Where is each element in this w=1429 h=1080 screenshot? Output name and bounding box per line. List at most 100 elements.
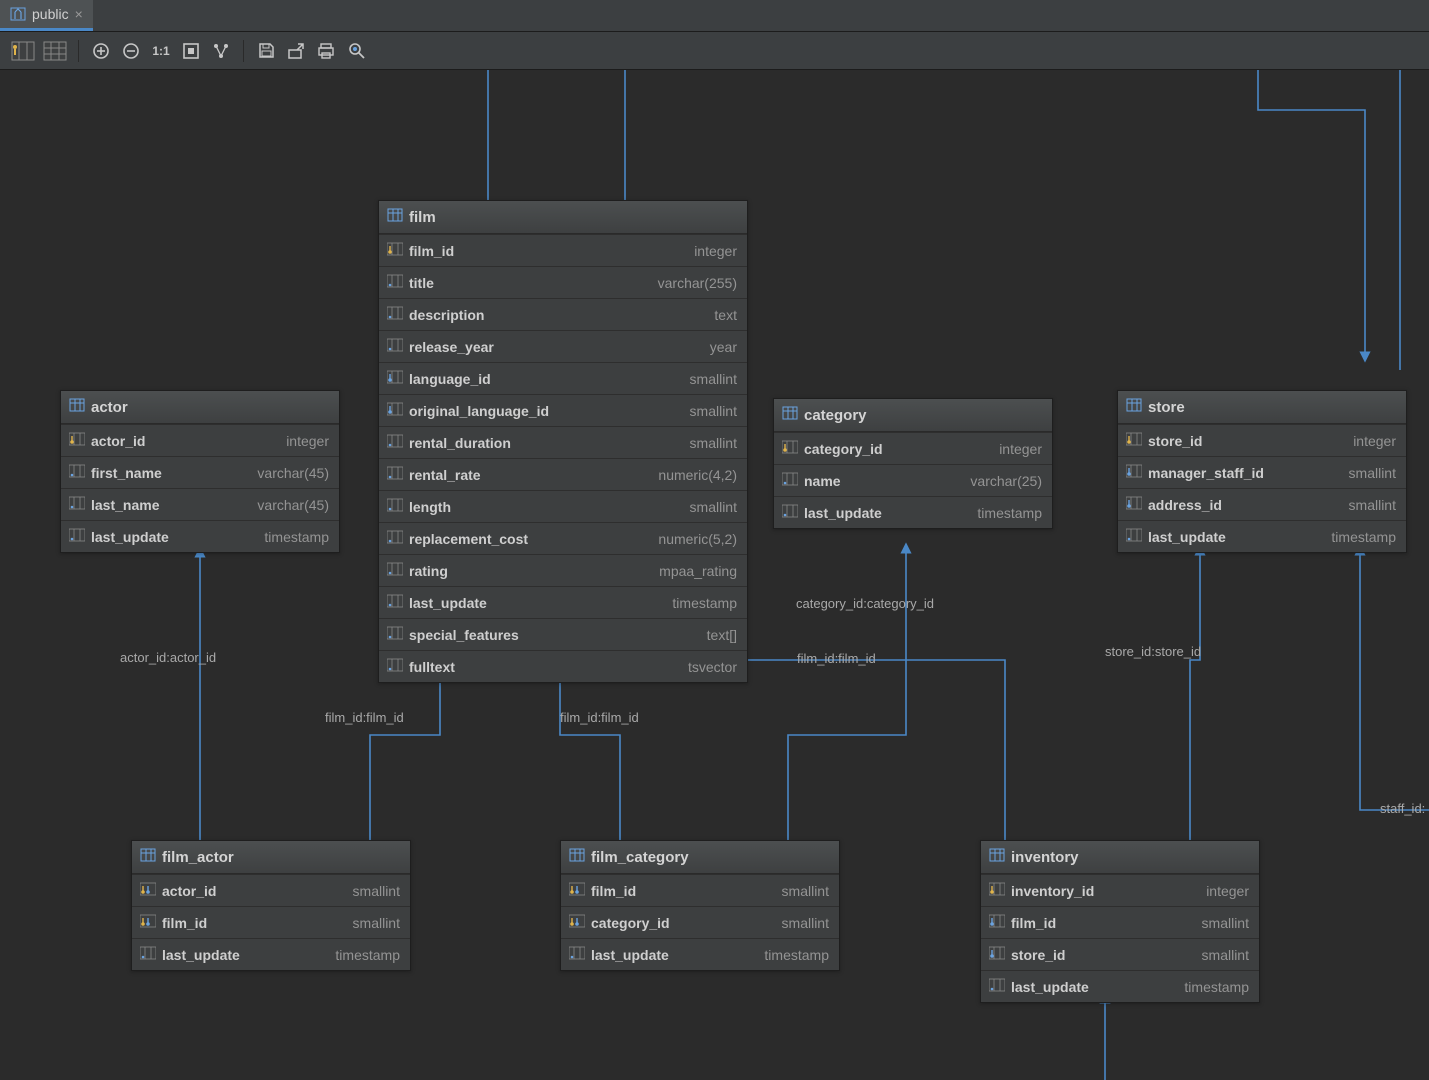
table-name: store — [1148, 399, 1185, 416]
column-row[interactable]: last_namevarchar(45) — [61, 488, 339, 520]
column-row[interactable]: last_updatetimestamp — [61, 520, 339, 552]
table-film[interactable]: filmfilm_idintegertitlevarchar(255)descr… — [378, 200, 748, 683]
column-name: rating — [409, 563, 448, 579]
column-icon — [569, 945, 585, 964]
column-type: timestamp — [977, 505, 1042, 521]
table-header[interactable]: store — [1118, 391, 1406, 424]
column-row[interactable]: category_idsmallint — [561, 906, 839, 938]
column-row[interactable]: language_idsmallint — [379, 362, 747, 394]
preview-button[interactable] — [342, 37, 370, 65]
column-icon — [387, 561, 403, 580]
column-row[interactable]: lengthsmallint — [379, 490, 747, 522]
zoom-out-button[interactable] — [117, 37, 145, 65]
column-row[interactable]: last_updatetimestamp — [561, 938, 839, 970]
column-row[interactable]: film_idsmallint — [132, 906, 410, 938]
column-row[interactable]: ratingmpaa_rating — [379, 554, 747, 586]
column-name: inventory_id — [1011, 883, 1094, 899]
link-label: film_id:film_id — [325, 710, 404, 725]
column-row[interactable]: last_updatetimestamp — [774, 496, 1052, 528]
table-icon — [569, 847, 585, 867]
table-inventory[interactable]: inventory inventory_idintegerfilm_idsmall… — [980, 840, 1260, 1003]
column-icon — [569, 881, 585, 900]
column-row[interactable]: store_idinteger — [1118, 424, 1406, 456]
diagram-canvas[interactable]: actor_id:actor_id film_id:film_id film_i… — [0, 70, 1429, 1080]
column-row[interactable]: last_updatetimestamp — [981, 970, 1259, 1002]
column-row[interactable]: rental_ratenumeric(4,2) — [379, 458, 747, 490]
table-actor[interactable]: actoractor_idintegerfirst_namevarchar(45… — [60, 390, 340, 553]
column-type: timestamp — [1331, 529, 1396, 545]
table-header[interactable]: actor — [61, 391, 339, 424]
column-row[interactable]: inventory_idinteger — [981, 874, 1259, 906]
column-icon — [782, 503, 798, 522]
column-type: smallint — [353, 915, 400, 931]
table-header[interactable]: film_actor — [132, 841, 410, 874]
column-row[interactable]: actor_idinteger — [61, 424, 339, 456]
save-button[interactable] — [252, 37, 280, 65]
table-film-actor[interactable]: film_actoractor_idsmallintfilm_idsmallin… — [131, 840, 411, 971]
column-row[interactable]: titlevarchar(255) — [379, 266, 747, 298]
column-icon — [569, 913, 585, 932]
layout-button[interactable] — [207, 37, 235, 65]
column-name: fulltext — [409, 659, 455, 675]
column-icon — [69, 527, 85, 546]
table-category[interactable]: category category_idintegernamevarchar(25… — [773, 398, 1053, 529]
table-name: inventory — [1011, 849, 1079, 866]
column-name: last_update — [1011, 979, 1089, 995]
column-row[interactable]: address_id smallint — [1118, 488, 1406, 520]
columns-all-button[interactable] — [40, 38, 70, 64]
column-row[interactable]: release_yearyear — [379, 330, 747, 362]
zoom-actual-button[interactable]: 1:1 — [147, 37, 175, 65]
column-icon — [989, 881, 1005, 900]
column-row[interactable]: descriptiontext — [379, 298, 747, 330]
column-name: replacement_cost — [409, 531, 528, 547]
column-type: integer — [999, 441, 1042, 457]
column-row[interactable]: film_idsmallint — [561, 874, 839, 906]
column-icon — [782, 471, 798, 490]
column-name: actor_id — [91, 433, 145, 449]
print-button[interactable] — [312, 37, 340, 65]
table-icon — [1126, 397, 1142, 417]
tab-public[interactable]: public × — [0, 0, 93, 31]
column-icon — [387, 497, 403, 516]
zoom-in-button[interactable] — [87, 37, 115, 65]
table-header[interactable]: inventory — [981, 841, 1259, 874]
column-row[interactable]: manager_staff_idsmallint — [1118, 456, 1406, 488]
column-name: address_id — [1148, 497, 1222, 513]
column-type: smallint — [1349, 497, 1396, 513]
column-row[interactable]: film_idsmallint — [981, 906, 1259, 938]
export-button[interactable] — [282, 37, 310, 65]
column-icon — [1126, 527, 1142, 546]
table-header[interactable]: category — [774, 399, 1052, 432]
close-icon[interactable]: × — [75, 6, 83, 22]
column-row[interactable]: rental_durationsmallint — [379, 426, 747, 458]
column-row[interactable]: first_namevarchar(45) — [61, 456, 339, 488]
column-row[interactable]: special_featurestext[] — [379, 618, 747, 650]
column-row[interactable]: film_idinteger — [379, 234, 747, 266]
column-row[interactable]: replacement_costnumeric(5,2) — [379, 522, 747, 554]
column-row[interactable]: last_updatetimestamp — [1118, 520, 1406, 552]
column-name: special_features — [409, 627, 519, 643]
column-name: first_name — [91, 465, 162, 481]
column-row[interactable]: category_idinteger — [774, 432, 1052, 464]
column-row[interactable]: actor_idsmallint — [132, 874, 410, 906]
column-row[interactable]: last_updatetimestamp — [132, 938, 410, 970]
table-header[interactable]: film — [379, 201, 747, 234]
table-film-category[interactable]: film_categoryfilm_idsmallintcategory_ids… — [560, 840, 840, 971]
tab-bar: public × — [0, 0, 1429, 32]
column-row[interactable]: store_idsmallint — [981, 938, 1259, 970]
column-type: smallint — [690, 403, 737, 419]
table-name: category — [804, 407, 867, 424]
column-row[interactable]: namevarchar(25) — [774, 464, 1052, 496]
column-name: film_id — [1011, 915, 1056, 931]
column-row[interactable]: fulltexttsvector — [379, 650, 747, 682]
toolbar: 1:1 — [0, 32, 1429, 70]
column-type: varchar(255) — [658, 275, 737, 291]
link-label: film_id:film_id — [797, 651, 876, 666]
column-row[interactable]: original_language_idsmallint — [379, 394, 747, 426]
table-store[interactable]: store store_idintegermanager_staff_idsmal… — [1117, 390, 1407, 553]
columns-keys-button[interactable] — [8, 38, 38, 64]
table-header[interactable]: film_category — [561, 841, 839, 874]
column-type: smallint — [353, 883, 400, 899]
fit-content-button[interactable] — [177, 37, 205, 65]
column-row[interactable]: last_updatetimestamp — [379, 586, 747, 618]
